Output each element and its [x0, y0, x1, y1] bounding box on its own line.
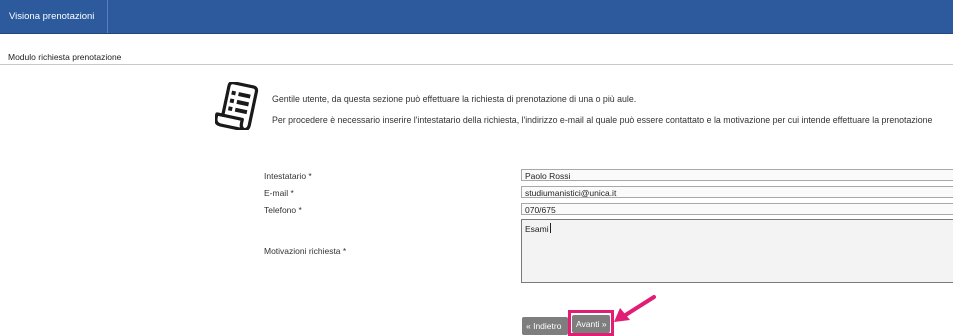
next-button[interactable]: Avanti » — [572, 315, 610, 333]
email-field[interactable]: studiumanistici@unica.it — [521, 186, 953, 198]
next-button-highlight: Avanti » — [568, 310, 614, 336]
motivazioni-label: Motivazioni richiesta * — [264, 246, 347, 256]
telefono-label: Telefono * — [264, 205, 302, 215]
back-button[interactable]: « Indietro — [522, 317, 568, 335]
intro-line-2: Per procedere è necessario inserire l'in… — [272, 115, 933, 125]
top-navigation-bar: Visiona prenotazioni — [0, 0, 953, 34]
motivazioni-text: Esami — [525, 224, 549, 234]
document-list-icon — [215, 82, 259, 130]
section-header: Modulo richiesta prenotazione — [0, 52, 953, 65]
intro-line-1: Gentile utente, da questa sezione può ef… — [272, 94, 637, 104]
email-label: E-mail * — [264, 188, 294, 198]
intestatario-label: Intestatario * — [264, 171, 312, 181]
text-caret — [549, 223, 551, 233]
section-title: Modulo richiesta prenotazione — [8, 52, 122, 62]
telefono-field[interactable]: 070/675 — [521, 203, 953, 215]
intestatario-field[interactable]: Paolo Rossi — [521, 169, 953, 181]
pink-arrow-icon — [614, 295, 656, 322]
tab-visiona-prenotazioni[interactable]: Visiona prenotazioni — [0, 0, 108, 33]
motivazioni-textarea[interactable]: Esami — [521, 219, 953, 283]
intro-text: Gentile utente, da questa sezione può ef… — [272, 93, 952, 135]
